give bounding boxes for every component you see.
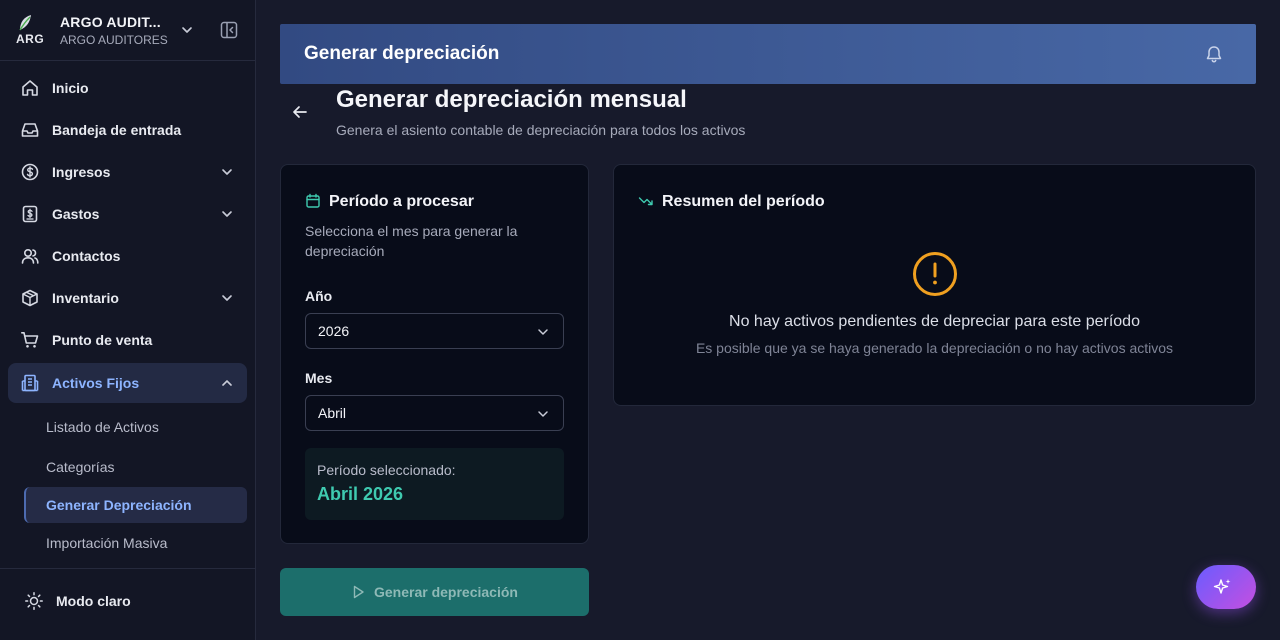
sidebar-item-label: Inventario [52, 290, 119, 306]
sidebar-subitem-label: Generar Depreciación [46, 497, 192, 513]
year-select[interactable]: 2026 [305, 313, 564, 349]
sidebar-item-bandeja[interactable]: Bandeja de entrada [8, 110, 247, 150]
chevron-down-icon[interactable] [180, 23, 194, 37]
arrow-left-icon[interactable] [290, 102, 310, 122]
year-label: Año [305, 288, 333, 304]
sidebar-item-punto-de-venta[interactable]: Punto de venta [8, 320, 247, 360]
sidebar-subitem-generar-depreciacion[interactable]: Generar Depreciación [24, 487, 247, 523]
chevron-down-icon [222, 169, 232, 175]
period-card-title: Período a procesar [329, 193, 474, 210]
sidebar-subitem-categorias[interactable]: Categorías [24, 449, 247, 485]
sidebar: ARG ARGO AUDIT... ARGO AUDITORES Inicio … [0, 0, 256, 640]
sidebar-subitem-importacion-masiva[interactable]: Importación Masiva [24, 525, 247, 561]
box-icon [22, 289, 38, 307]
page-subtitle: Genera el asiento contable de depreciaci… [336, 122, 746, 138]
generate-depreciation-label: Generar depreciación [374, 584, 518, 600]
sidebar-subitem-label: Categorías [46, 459, 115, 475]
alert-circle-icon [913, 252, 957, 296]
sidebar-footer: Modo claro [0, 568, 255, 640]
period-card-description: Selecciona el mes para generar la deprec… [305, 223, 518, 259]
chevron-down-icon [222, 295, 232, 301]
cart-icon [21, 332, 39, 348]
sidebar-item-label: Gastos [52, 206, 100, 222]
sidebar-item-activos-fijos[interactable]: Activos Fijos [8, 363, 247, 403]
sidebar-item-label: Punto de venta [52, 332, 153, 348]
sidebar-item-inicio[interactable]: Inicio [8, 68, 247, 108]
sidebar-item-label: Ingresos [52, 164, 111, 180]
organization-switcher[interactable]: ARG ARGO AUDIT... ARGO AUDITORES [0, 0, 255, 61]
selected-period-value: Abril 2026 [317, 484, 404, 504]
inbox-icon [21, 123, 39, 137]
month-label: Mes [305, 370, 333, 386]
summary-card: Resumen del período No hay activos pendi… [613, 164, 1256, 406]
generate-depreciation-button[interactable]: Generar depreciación [280, 568, 589, 616]
calendar-icon [306, 193, 320, 208]
header-title: Generar depreciación [304, 43, 500, 64]
year-select-value: 2026 [318, 323, 350, 339]
empty-state-subtitle: Es posible que ya se haya generado la de… [695, 340, 1174, 356]
sun-icon [25, 592, 43, 610]
organization-name: ARGO AUDIT... [60, 14, 161, 30]
ai-assistant-button[interactable] [1196, 565, 1256, 609]
building-icon [21, 374, 39, 392]
users-icon [21, 248, 39, 264]
empty-state-title: No hay activos pendientes de depreciar p… [729, 313, 1140, 330]
sidebar-item-contactos[interactable]: Contactos [8, 236, 247, 276]
sidebar-item-ingresos[interactable]: Ingresos [8, 152, 247, 192]
dollar-circle-icon [21, 163, 39, 181]
month-select-value: Abril [318, 405, 347, 421]
selected-period-label: Período seleccionado: [317, 462, 456, 478]
selected-period-box: Período seleccionado: Abril 2026 [305, 448, 564, 520]
sidebar-item-label: Activos Fijos [52, 375, 140, 391]
sparkles-icon [1213, 579, 1231, 594]
home-icon [22, 80, 38, 96]
bell-icon[interactable] [1204, 44, 1224, 64]
sidebar-item-label: Bandeja de entrada [52, 122, 182, 138]
sidebar-item-label: Contactos [52, 248, 121, 264]
chevron-down-icon [222, 211, 232, 217]
chevron-down-icon [538, 329, 548, 335]
sidebar-item-gastos[interactable]: Gastos [8, 194, 247, 234]
leaf-icon [19, 15, 31, 31]
period-card: Período a procesar Selecciona el mes par… [280, 164, 589, 544]
organization-subtitle: ARGO AUDITORES [60, 33, 168, 47]
page-header: Generar depreciación [280, 24, 1256, 84]
page-title: Generar depreciación mensual [336, 86, 687, 113]
play-icon [353, 585, 364, 599]
logo-text: ARG [16, 32, 45, 46]
sidebar-subitem-label: Importación Masiva [46, 535, 168, 551]
theme-toggle-label: Modo claro [56, 593, 131, 609]
summary-card-title: Resumen del período [662, 193, 825, 210]
sidebar-item-inventario[interactable]: Inventario [8, 278, 247, 318]
sidebar-subitem-listado-activos[interactable]: Listado de Activos [24, 409, 247, 445]
sidebar-item-label: Inicio [52, 80, 89, 96]
chevron-up-icon [222, 380, 232, 386]
month-select[interactable]: Abril [305, 395, 564, 431]
receipt-dollar-icon [22, 205, 38, 223]
trending-down-icon [638, 197, 653, 206]
sidebar-subitem-label: Listado de Activos [46, 419, 159, 435]
chevron-down-icon [538, 411, 548, 417]
brand-logo: ARG [16, 14, 46, 46]
sidebar-collapse-icon[interactable] [219, 20, 239, 40]
theme-toggle-button[interactable]: Modo claro [16, 581, 239, 621]
